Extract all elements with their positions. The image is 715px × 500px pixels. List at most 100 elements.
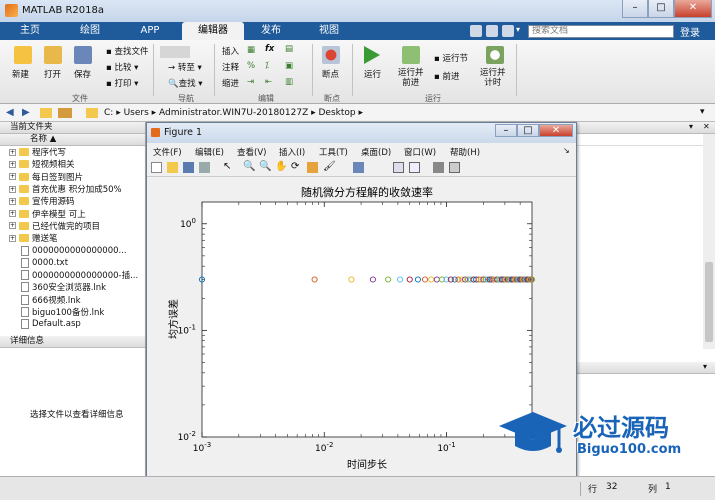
wrap-icon[interactable]: ⁒ [265, 61, 269, 71]
run-time-button[interactable]: 运行并 计时 [480, 68, 506, 88]
scrollbar-thumb[interactable] [705, 262, 713, 342]
colorbar-icon[interactable] [393, 162, 404, 173]
quick-access-dropdown-icon[interactable]: ▾ [516, 25, 526, 37]
panel-menu-icon[interactable]: ▾ [703, 362, 707, 371]
pointer-icon[interactable]: ↖ [223, 161, 231, 172]
print-figure-icon[interactable] [199, 162, 210, 173]
open-file-icon[interactable] [167, 162, 178, 173]
figure-close-button[interactable]: ✕ [539, 124, 573, 137]
axes-box[interactable] [201, 201, 533, 438]
save-figure-icon[interactable] [183, 162, 194, 173]
expand-icon[interactable]: + [9, 222, 16, 230]
fx-button[interactable]: fx [265, 44, 274, 54]
list-item[interactable]: 666视频.lnk [0, 294, 145, 306]
run-time-icon[interactable] [486, 46, 504, 64]
hide-tools-icon[interactable] [433, 162, 444, 173]
back-arrow-icon[interactable]: ◀ [6, 107, 14, 118]
list-item[interactable]: + 赠送笔 [0, 232, 145, 244]
panel-menu-icon[interactable]: ▾ [689, 122, 693, 131]
link-plot-icon[interactable] [353, 162, 364, 173]
list-item[interactable]: 0000000000000000... [0, 244, 145, 256]
list-item[interactable]: + 宣传用源码 [0, 195, 145, 207]
login-link[interactable]: 登录 [680, 24, 700, 39]
address-dropdown-icon[interactable]: ▾ [700, 107, 705, 117]
search-input[interactable]: 搜索文档 [528, 25, 674, 38]
menu-view[interactable]: 查看(V) [237, 146, 266, 158]
expand-icon[interactable]: + [9, 185, 16, 193]
crumb-desktop[interactable]: Desktop [319, 108, 356, 118]
new-button[interactable]: 新建 [12, 68, 29, 80]
list-item[interactable]: Default.asp [0, 318, 145, 330]
up-folder-icon[interactable] [40, 108, 52, 118]
menu-window[interactable]: 窗口(W) [404, 146, 436, 158]
list-item[interactable]: + 首充优惠 积分加成50% [0, 183, 145, 195]
zoom-out-icon[interactable]: 🔍 [259, 161, 271, 172]
list-item[interactable]: + 每日签到图片 [0, 171, 145, 183]
expand-icon[interactable]: + [9, 210, 16, 218]
run-icon[interactable] [364, 46, 380, 64]
new-figure-icon[interactable] [151, 162, 162, 173]
menu-edit[interactable]: 编辑(E) [195, 146, 224, 158]
run-section-button[interactable]: ▪ 运行节 [434, 52, 468, 64]
legend-icon[interactable] [409, 162, 420, 173]
help-icon[interactable] [502, 25, 514, 37]
menu-desktop[interactable]: 桌面(D) [361, 146, 391, 158]
crumb-users[interactable]: Users [124, 108, 149, 118]
save-icon[interactable] [74, 46, 92, 64]
show-tools-icon[interactable] [449, 162, 460, 173]
tab-apps[interactable]: APP [122, 22, 178, 40]
breakpoint-icon[interactable] [322, 46, 340, 64]
crumb-user[interactable]: Administrator.WIN7U-20180127Z [159, 108, 308, 118]
save-button[interactable]: 保存 [74, 68, 91, 80]
save-quick-icon[interactable] [470, 25, 482, 37]
breakpoints-button[interactable]: 断点 [322, 68, 339, 80]
expand-icon[interactable]: + [9, 234, 16, 242]
code-icon[interactable]: ▣ [285, 61, 293, 71]
indent-button[interactable]: 缩进 [222, 77, 239, 89]
find-files-button[interactable]: ▪ 查找文件 [106, 45, 148, 57]
figure-minimize-button[interactable]: – [495, 124, 517, 137]
percent-icon[interactable]: % [247, 61, 255, 71]
goto-button[interactable]: → 转至 ▾ [168, 61, 202, 73]
rotate-icon[interactable]: ⟳ [291, 161, 299, 172]
expand-icon[interactable]: + [9, 197, 16, 205]
run-advance-button[interactable]: 运行并 前进 [398, 68, 424, 88]
indent-icon[interactable]: ⇥ [247, 77, 254, 87]
list-item[interactable]: + 短视频相关 [0, 158, 145, 170]
brush-icon[interactable]: 🖌 [323, 161, 336, 172]
minimize-button[interactable]: – [622, 0, 648, 18]
tab-plots[interactable]: 绘图 [62, 22, 118, 40]
breadcrumb[interactable]: C: ▸ Users ▸ Administrator.WIN7U-2018012… [104, 108, 363, 118]
grid-icon[interactable]: ▤ [285, 44, 293, 54]
run-button[interactable]: 运行 [364, 68, 381, 80]
insert-icon[interactable]: ▦ [247, 45, 255, 55]
list-item[interactable]: + 伊辛模型 可上 [0, 207, 145, 220]
expand-icon[interactable]: + [9, 148, 16, 156]
tab-publish[interactable]: 发布 [248, 22, 294, 40]
pan-icon[interactable]: ✋ [275, 161, 287, 172]
run-advance-icon[interactable] [402, 46, 420, 64]
menu-insert[interactable]: 插入(I) [279, 146, 305, 158]
figure-maximize-button[interactable]: □ [517, 124, 539, 137]
menu-file[interactable]: 文件(F) [153, 146, 182, 158]
data-cursor-icon[interactable] [307, 162, 318, 173]
tab-home[interactable]: 主页 [6, 22, 54, 40]
menu-help[interactable]: 帮助(H) [450, 146, 480, 158]
expand-icon[interactable]: + [9, 160, 16, 168]
list-item[interactable]: + 程序代写 [0, 146, 145, 158]
tab-editor[interactable]: 编辑器 [182, 22, 244, 40]
advance-button[interactable]: ▪ 前进 [434, 70, 459, 82]
new-icon[interactable] [14, 46, 32, 64]
tab-view[interactable]: 视图 [304, 22, 354, 40]
print-button[interactable]: ▪ 打印 ▾ [106, 77, 138, 89]
insert-button[interactable]: 插入 [222, 45, 239, 57]
find-button[interactable]: 🔍查找 ▾ [168, 77, 203, 89]
browse-folder-icon[interactable] [58, 108, 72, 118]
list-item[interactable]: 360安全浏览器.lnk [0, 281, 145, 293]
open-folder-icon[interactable] [44, 46, 62, 64]
close-button[interactable]: ✕ [674, 0, 712, 18]
zoom-in-icon[interactable]: 🔍 [243, 161, 255, 172]
smart-indent-icon[interactable]: ▥ [285, 77, 293, 87]
menu-tools[interactable]: 工具(T) [319, 146, 348, 158]
name-column-header[interactable]: 名称 ▲ [0, 134, 145, 146]
